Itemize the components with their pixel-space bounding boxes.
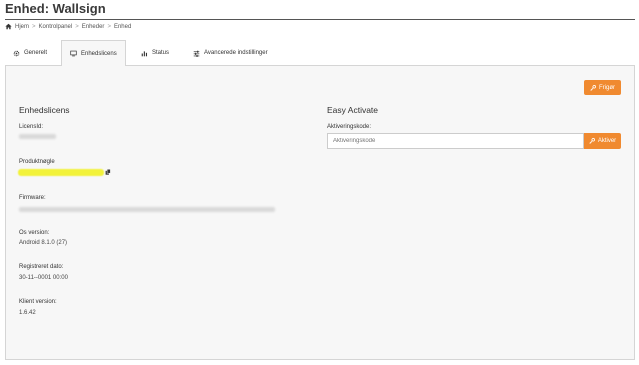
activate-button-label: Aktiver xyxy=(597,138,617,144)
monitor-icon xyxy=(70,50,77,57)
activation-code-input[interactable] xyxy=(327,133,584,149)
firmware-value-redacted xyxy=(19,207,275,212)
os-version-label: Os version: xyxy=(19,230,50,236)
bar-chart-icon xyxy=(141,50,148,56)
activate-button[interactable]: Aktiver xyxy=(584,133,621,149)
tab-label: Enhedslicens xyxy=(81,50,117,57)
home-icon xyxy=(5,23,12,30)
activation-code-label: Aktiveringskode: xyxy=(327,124,372,130)
tab-label: Avancerede indstillinger xyxy=(204,50,268,56)
tab-enhedslicens[interactable]: Enhedslicens xyxy=(61,40,126,67)
breadcrumb-enheder[interactable]: Enheder xyxy=(82,24,105,30)
gear-icon xyxy=(13,50,20,56)
breadcrumb-kontrolpanel[interactable]: Kontrolpanel xyxy=(39,24,73,30)
product-key-label: Produktnøgle xyxy=(19,159,55,165)
registered-date-value: 30-11--0001 00:00 xyxy=(19,275,68,281)
sliders-icon xyxy=(193,50,200,57)
breadcrumb-home[interactable]: Hjem xyxy=(15,24,29,30)
client-version-label: Klient version: xyxy=(19,299,57,305)
tab-avancerede-indstillinger[interactable]: Avancerede indstillinger xyxy=(185,40,276,66)
breadcrumb: Hjem > Kontrolpanel > Enheder > Enhed xyxy=(5,23,131,30)
easy-activate-title: Easy Activate xyxy=(327,105,379,115)
registered-date-label: Registreret dato: xyxy=(19,264,64,270)
tab-bar: Generelt Enhedslicens Status Avancerede … xyxy=(5,40,635,67)
page-title: Enhed: Wallsign xyxy=(5,1,106,16)
license-id-value-redacted xyxy=(19,134,56,139)
license-id-label: LicensId: xyxy=(19,124,44,130)
tab-label: Status xyxy=(152,50,170,56)
tab-status[interactable]: Status xyxy=(133,40,177,66)
breadcrumb-separator: > xyxy=(32,23,36,30)
breadcrumb-enhed: Enhed xyxy=(113,23,132,30)
os-version-value: Android 8.1.0 (27) xyxy=(19,240,68,246)
release-button-label: Frigør xyxy=(599,84,615,91)
license-section-title: Enhedslicens xyxy=(19,105,70,115)
tab-label: Generelt xyxy=(24,50,48,56)
tab-generelt[interactable]: Generelt xyxy=(5,40,55,66)
client-version-value: 1.6.42 xyxy=(19,310,36,316)
product-key-value-highlighted xyxy=(18,169,104,176)
breadcrumb-separator: > xyxy=(107,23,111,30)
copy-icon[interactable] xyxy=(105,169,111,175)
license-panel: Frigør Enhedslicens LicensId: Produktnøg… xyxy=(5,66,635,360)
breadcrumb-separator: > xyxy=(75,23,79,30)
key-icon xyxy=(590,84,596,91)
key-icon xyxy=(589,138,595,144)
release-button[interactable]: Frigør xyxy=(584,80,621,95)
title-divider xyxy=(5,19,635,20)
firmware-label: Firmware: xyxy=(19,195,46,201)
